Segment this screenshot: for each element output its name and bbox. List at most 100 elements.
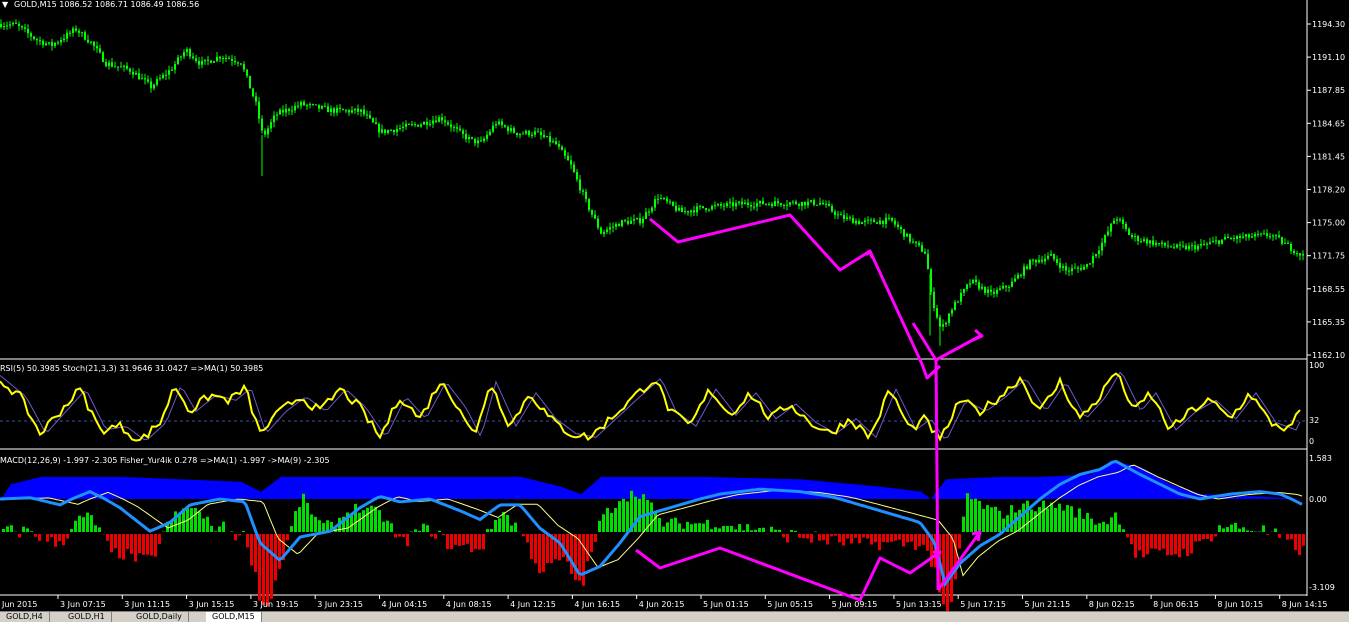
fisher-bar: [878, 487, 880, 499]
trading-chart[interactable]: GOLD,M15 1086.52 1086.71 1086.49 1086.56…: [0, 0, 1349, 611]
histogram-bar-negative: [398, 534, 401, 537]
price-candle: [429, 124, 431, 125]
histogram-bar-negative: [1198, 534, 1201, 541]
fisher-bar: [890, 488, 892, 499]
price-candle: [357, 109, 359, 112]
price-candle: [612, 227, 614, 228]
fisher-bar: [656, 477, 658, 499]
macd-panel[interactable]: MACD(12,26,9) -1.997 -2.305 Fisher_Yur4i…: [0, 456, 1305, 611]
fisher-bar: [436, 477, 438, 499]
histogram-bar-positive: [982, 509, 985, 532]
price-candle: [141, 78, 143, 79]
histogram-bar-positive: [642, 494, 645, 532]
price-candle: [1056, 259, 1058, 263]
histogram-bar-positive: [362, 510, 365, 532]
price-candle: [780, 203, 782, 205]
histogram-bar-positive: [770, 527, 773, 532]
fisher-bar: [138, 478, 140, 499]
fisher-bar: [396, 477, 398, 499]
fisher-bar: [486, 477, 488, 499]
price-candle: [714, 205, 716, 206]
price-candle: [1266, 233, 1268, 236]
fisher-bar: [946, 479, 948, 499]
fisher-bar: [154, 478, 156, 499]
histogram-bar-positive: [426, 525, 429, 532]
price-candle: [630, 221, 632, 224]
annotation-arrowhead: [973, 330, 982, 340]
fisher-bar: [162, 479, 164, 499]
price-candle: [147, 79, 149, 81]
price-axis[interactable]: 1194.301191.101187.851184.651181.451178.…: [1307, 20, 1345, 360]
dropdown-arrow-icon[interactable]: ▼: [2, 0, 9, 9]
price-candle: [1185, 246, 1187, 249]
price-candle: [585, 192, 587, 199]
price-candle: [573, 165, 575, 172]
fisher-bar: [504, 477, 506, 499]
price-candle: [213, 61, 215, 63]
price-candle: [225, 58, 227, 59]
fisher-bar: [654, 477, 656, 499]
fisher-bar: [536, 481, 538, 499]
price-axis-label: 1181.45: [1312, 152, 1345, 161]
fisher-bar: [496, 477, 498, 499]
price-panel[interactable]: GOLD,M15 1086.52 1086.71 1086.49 1086.56…: [0, 0, 1304, 346]
macd-axis[interactable]: 1.5830.00-3.109: [1309, 454, 1335, 592]
price-candle: [927, 254, 929, 270]
price-candle: [450, 124, 452, 127]
price-candle: [633, 219, 635, 221]
histogram-bar-positive: [6, 526, 9, 532]
fisher-bar: [298, 477, 300, 499]
price-candle: [627, 221, 629, 224]
fisher-bar: [1268, 497, 1270, 499]
rsi-panel[interactable]: RSI(5) 50.3985 Stoch(21,3,3) 31.9646 31.…: [0, 364, 1307, 441]
histogram-bar-positive: [650, 503, 653, 532]
price-candle: [1218, 241, 1220, 244]
price-candle: [1212, 241, 1214, 242]
fisher-bar: [118, 477, 120, 499]
fisher-bar: [226, 481, 228, 499]
rsi-axis[interactable]: 100320: [1309, 361, 1324, 446]
fisher-bar: [608, 477, 610, 499]
fisher-bar: [814, 481, 816, 499]
fisher-bar: [1146, 470, 1148, 499]
histogram-bar-positive: [990, 507, 993, 532]
fisher-bar: [1114, 462, 1116, 499]
histogram-bar-positive: [778, 530, 781, 532]
fisher-bar: [942, 483, 944, 499]
fisher-bar: [1084, 475, 1086, 499]
price-candle: [477, 140, 479, 143]
fisher-bar: [798, 479, 800, 499]
histogram-bar-negative: [878, 534, 881, 550]
price-candle: [864, 220, 866, 222]
fisher-bar: [446, 477, 448, 499]
price-candle: [750, 205, 752, 207]
fisher-bar: [282, 477, 284, 499]
histogram-bar-negative: [882, 534, 885, 542]
price-candle: [1278, 235, 1280, 237]
price-candle: [744, 203, 746, 205]
price-candle: [1260, 233, 1262, 234]
fisher-bar: [140, 478, 142, 499]
fisher-bar: [362, 477, 364, 499]
histogram-bar-negative: [118, 534, 121, 558]
fisher-bar: [924, 495, 926, 499]
histogram-bar-positive: [206, 517, 209, 532]
fisher-bar: [1164, 481, 1166, 499]
price-candle: [588, 199, 590, 210]
price-candle: [207, 60, 209, 61]
histogram-bar-negative: [150, 534, 153, 556]
price-candle: [906, 234, 908, 237]
histogram-bar-positive: [438, 531, 441, 532]
price-candle: [348, 110, 350, 112]
annotation-arrowhead: [866, 251, 872, 258]
fisher-bar: [620, 477, 622, 499]
histogram-bar-positive: [1082, 519, 1085, 532]
rsi-axis-label: 100: [1309, 361, 1324, 370]
fisher-bar: [1012, 477, 1014, 499]
histogram-bar-negative: [130, 534, 133, 554]
fisher-bar: [326, 477, 328, 499]
price-candle: [1146, 239, 1148, 243]
price-candle: [150, 81, 152, 88]
histogram-bar-negative: [238, 534, 241, 535]
time-axis[interactable]: Jun 20153 Jun 07:153 Jun 11:153 Jun 15:1…: [1, 595, 1327, 609]
